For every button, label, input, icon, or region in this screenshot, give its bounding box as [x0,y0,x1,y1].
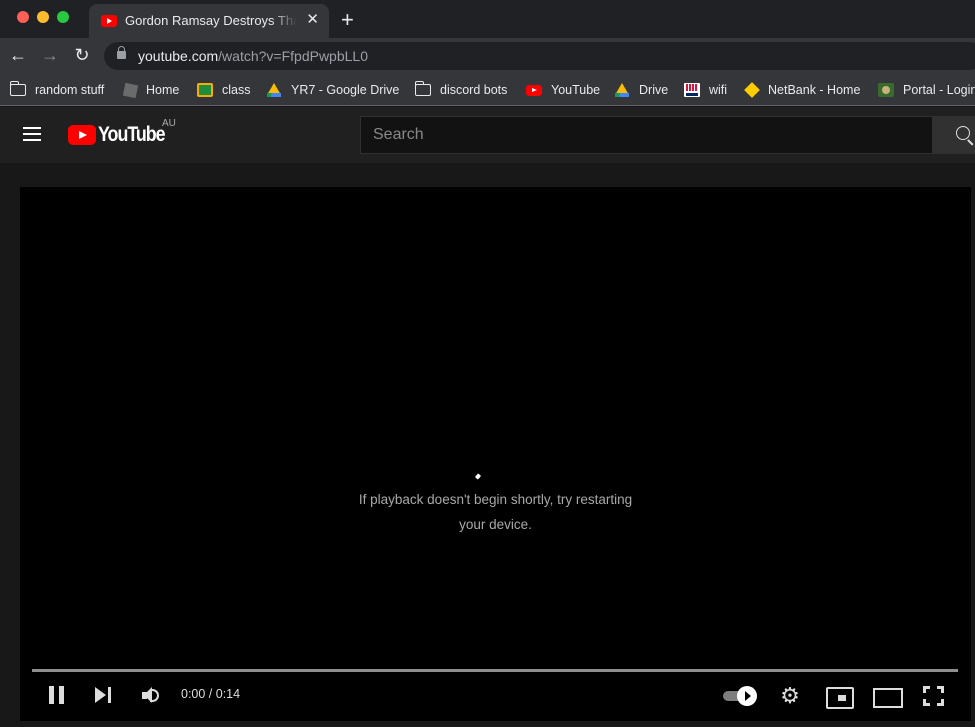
google-drive-icon [266,83,282,97]
playback-message-text: If playback doesn't begin shortly, try r… [358,492,633,532]
youtube-wordmark: YouTube [98,123,166,146]
bookmark-home[interactable]: Home [122,80,180,100]
theater-mode-button[interactable] [873,685,903,708]
folder-icon [10,81,26,96]
player-controls: 0:00 / 0:14 ⚙ [20,677,971,717]
bookmark-label: Home [146,83,180,97]
lock-icon[interactable] [117,46,126,59]
bookmark-youtube[interactable]: YouTube [526,80,600,100]
bookmark-label: Portal - Login [903,83,975,97]
google-drive-icon [614,83,630,97]
bookmark-label: YouTube [551,83,601,97]
settings-gear-icon[interactable]: ⚙ [779,685,801,707]
playback-message: If playback doesn't begin shortly, try r… [20,487,971,537]
bookmark-portal-login[interactable]: Portal - Login [878,80,975,100]
time-display: 0:00 / 0:14 [181,687,241,701]
country-code: AU [162,118,176,129]
folder-icon [415,81,431,96]
autoplay-toggle[interactable] [723,685,757,707]
youtube-play-logo-icon [68,125,96,145]
window-minimize-button[interactable] [37,11,49,23]
tab-title: Gordon Ramsay Destroys That Restaurant [125,13,297,28]
reload-button[interactable]: ↻ [71,44,93,66]
bookmark-drive[interactable]: Drive [614,80,668,100]
next-video-button[interactable] [95,685,113,707]
youtube-logo[interactable]: YouTube AU [68,118,176,147]
search-input[interactable] [361,117,932,153]
volume-button[interactable] [141,685,163,707]
bookmark-random-stuff[interactable]: random stuff [10,80,104,100]
window-zoom-button[interactable] [57,11,69,23]
play-icon [737,686,757,706]
bookmark-class[interactable]: class [197,80,250,100]
video-player[interactable]: If playback doesn't begin shortly, try r… [20,187,971,721]
menu-icon[interactable] [23,127,41,141]
bookmark-label: NetBank - Home [768,83,861,97]
bookmark-yr7-google-drive[interactable]: YR7 - Google Drive [266,80,399,100]
google-classroom-icon [197,83,213,97]
window-close-button[interactable] [17,11,29,23]
bookmark-discord-bots[interactable]: discord bots [415,80,507,100]
browser-toolbar: ← → ↻ youtube.com/watch?v=FfpdPwpbLL0 [0,38,975,74]
url-path: /watch?v=FfpdPwpbLL0 [218,48,368,64]
nsw-icon [684,83,700,97]
bookmark-netbank-home[interactable]: NetBank - Home [744,80,861,100]
school-crest-icon [878,83,894,97]
bookmark-label: discord bots [440,83,508,97]
netbank-icon [744,82,760,98]
forward-button[interactable]: → [39,44,61,66]
youtube-masthead: YouTube AU [0,107,975,163]
bookmark-label: random stuff [35,83,105,97]
miniplayer-button[interactable] [826,685,854,709]
address-bar[interactable]: youtube.com/watch?v=FfpdPwpbLL0 [104,42,975,70]
loading-spinner-icon [474,473,482,480]
bookmark-label: class [222,83,251,97]
youtube-icon [101,15,117,27]
search-box [360,116,933,154]
search-icon [956,126,970,140]
browser-tab-strip: Gordon Ramsay Destroys That Restaurant ✕… [0,0,975,38]
bookmark-label: wifi [709,83,728,97]
fullscreen-button[interactable] [923,685,944,707]
youtube-icon [526,84,542,96]
browser-tab-active[interactable]: Gordon Ramsay Destroys That Restaurant ✕ [89,4,329,38]
watch-page: If playback doesn't begin shortly, try r… [0,163,975,727]
back-button[interactable]: ← [7,44,29,66]
url-host: youtube.com [138,48,219,64]
bookmark-label: Drive [639,83,669,97]
progress-bar[interactable] [32,669,958,672]
roblox-icon [122,82,139,98]
bookmark-label: YR7 - Google Drive [291,83,400,97]
new-tab-button[interactable]: + [341,8,354,32]
bookmarks-bar: random stuff Home class YR7 - Google Dri… [0,74,975,106]
url-text[interactable]: youtube.com/watch?v=FfpdPwpbLL0 [138,48,368,64]
search-button[interactable] [933,116,975,154]
close-tab-icon[interactable]: ✕ [306,11,319,29]
pause-button[interactable] [48,685,66,707]
bookmark-wifi[interactable]: wifi [684,80,727,100]
